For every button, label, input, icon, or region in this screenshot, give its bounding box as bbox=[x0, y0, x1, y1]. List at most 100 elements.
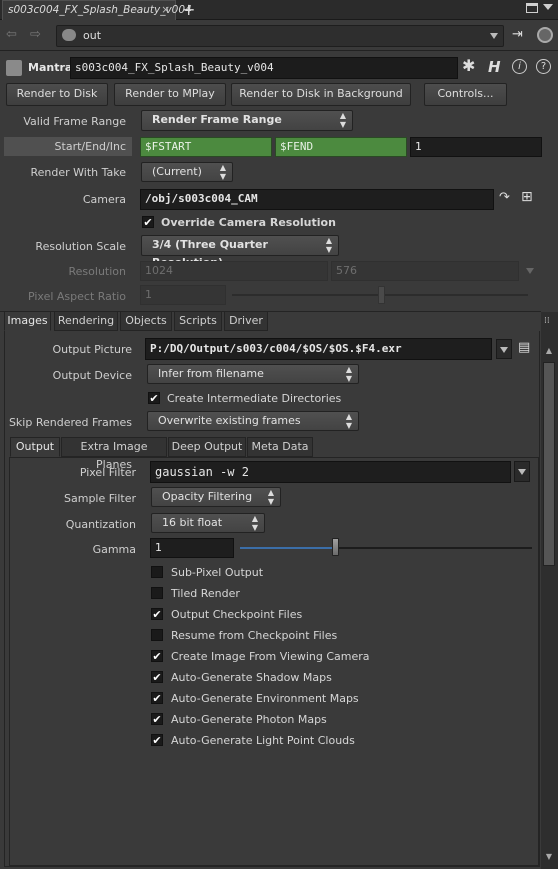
chevron-down-icon bbox=[500, 347, 508, 353]
chevron-down-icon bbox=[518, 469, 526, 475]
menu-arrows-icon: ▲ ▼ bbox=[345, 412, 352, 430]
menu-arrows-icon: ▲ ▼ bbox=[219, 163, 226, 181]
valid-frame-range-label: Valid Frame Range bbox=[23, 115, 126, 128]
document-tab[interactable]: s003c004_FX_Splash_Beauty_v004 × bbox=[2, 0, 192, 20]
output-option-checkbox[interactable]: ✔ bbox=[151, 734, 163, 746]
mantra-node-icon bbox=[6, 60, 22, 76]
output-option-checkbox[interactable] bbox=[151, 587, 163, 599]
subtab-meta-data[interactable]: Meta Data bbox=[247, 437, 313, 457]
pixel-aspect-ratio-field: 1 bbox=[140, 285, 226, 305]
tab-scripts[interactable]: Scripts bbox=[174, 311, 222, 331]
output-option-label: Auto-Generate Environment Maps bbox=[171, 692, 359, 705]
valid-frame-range-value: Render Frame Range bbox=[152, 113, 282, 126]
operator-chooser-icon[interactable]: ⊞ bbox=[521, 189, 533, 205]
output-picture-label: Output Picture bbox=[52, 343, 132, 356]
pixel-aspect-slider-knob bbox=[378, 286, 385, 304]
subtab-deep-output[interactable]: Deep Output bbox=[168, 437, 246, 457]
subtab-output[interactable]: Output bbox=[10, 437, 60, 457]
gamma-slider-track[interactable] bbox=[240, 547, 532, 549]
render-to-disk-button[interactable]: Render to Disk bbox=[6, 83, 108, 106]
houdini-help-icon[interactable]: H bbox=[488, 58, 501, 76]
controls-button[interactable]: Controls... bbox=[424, 83, 507, 106]
network-path-field[interactable] bbox=[56, 25, 504, 47]
output-option-checkbox[interactable] bbox=[151, 629, 163, 641]
back-arrow-icon[interactable]: ⇦ bbox=[6, 27, 17, 42]
start-end-inc-label: Start/End/Inc bbox=[54, 140, 126, 153]
resolution-scale-label: Resolution Scale bbox=[35, 240, 126, 253]
override-camera-resolution-label: Override Camera Resolution bbox=[161, 216, 336, 229]
menu-arrows-icon: ▲ ▼ bbox=[251, 514, 258, 532]
gear-icon[interactable]: ✱ bbox=[462, 56, 475, 75]
pixel-filter-field[interactable]: gaussian -w 2 bbox=[150, 461, 511, 483]
end-frame-field[interactable]: $FEND bbox=[275, 137, 407, 157]
create-intermediate-dirs-checkbox[interactable]: ✔ bbox=[148, 392, 160, 404]
output-option-label: Tiled Render bbox=[171, 587, 240, 600]
output-option-checkbox[interactable] bbox=[151, 566, 163, 578]
forward-arrow-icon[interactable]: ⇨ bbox=[30, 27, 41, 42]
node-name-field[interactable]: s003c004_FX_Splash_Beauty_v004 bbox=[70, 57, 458, 79]
network-path-text: out bbox=[83, 29, 102, 42]
add-tab-button[interactable]: + bbox=[182, 0, 195, 19]
render-to-mplay-button[interactable]: Render to MPlay bbox=[114, 83, 226, 106]
tab-menu-icon[interactable] bbox=[543, 4, 553, 10]
close-tab-icon[interactable]: × bbox=[161, 1, 170, 20]
node-type-label: Mantra bbox=[28, 61, 73, 74]
info-icon[interactable]: i bbox=[512, 59, 527, 74]
help-icon[interactable]: ? bbox=[536, 59, 551, 74]
sample-filter-value: Opacity Filtering bbox=[162, 490, 253, 503]
output-option-checkbox[interactable]: ✔ bbox=[151, 608, 163, 620]
output-option-checkbox[interactable]: ✔ bbox=[151, 671, 163, 683]
output-device-menu[interactable]: Infer from filename ▲ ▼ bbox=[147, 364, 359, 384]
resolution-presets-icon bbox=[526, 268, 534, 274]
file-chooser-icon[interactable]: ▤ bbox=[518, 340, 530, 355]
output-option-checkbox[interactable]: ✔ bbox=[151, 713, 163, 725]
override-camera-resolution-checkbox[interactable]: ✔ bbox=[142, 216, 154, 228]
gamma-slider-fill bbox=[240, 547, 337, 549]
scroll-down-icon[interactable]: ▼ bbox=[544, 852, 554, 864]
resolution-y-field: 576 bbox=[331, 261, 519, 281]
output-option-label: Output Checkpoint Files bbox=[171, 608, 303, 621]
gamma-slider-knob[interactable] bbox=[332, 538, 340, 556]
quantization-label: Quantization bbox=[65, 518, 136, 531]
create-intermediate-dirs-label: Create Intermediate Directories bbox=[167, 392, 342, 405]
tab-rendering[interactable]: Rendering bbox=[54, 311, 118, 331]
sample-filter-menu[interactable]: Opacity Filtering ▲ ▼ bbox=[151, 487, 281, 507]
start-frame-field[interactable]: $FSTART bbox=[140, 137, 272, 157]
quantization-value: 16 bit float bbox=[162, 516, 223, 529]
scroll-up-icon[interactable]: ▲ bbox=[544, 346, 554, 358]
render-with-take-menu[interactable]: (Current) ▲ ▼ bbox=[141, 162, 233, 182]
render-with-take-value: (Current) bbox=[152, 165, 202, 178]
output-picture-field[interactable]: P:/DQ/Output/s003/c004/$OS/$OS.$F4.exr bbox=[145, 338, 492, 360]
skip-rendered-frames-menu[interactable]: Overwrite existing frames ▲ ▼ bbox=[147, 411, 359, 431]
output-option-label: Sub-Pixel Output bbox=[171, 566, 264, 579]
jump-to-operator-icon[interactable]: ↷ bbox=[499, 190, 510, 205]
output-option-label: Resume from Checkpoint Files bbox=[171, 629, 338, 642]
tab-driver[interactable]: Driver bbox=[224, 311, 268, 331]
output-device-value: Infer from filename bbox=[158, 367, 264, 380]
pin-icon[interactable]: ⇥ bbox=[512, 27, 523, 42]
tab-images[interactable]: Images bbox=[4, 311, 51, 331]
path-dropdown-icon[interactable] bbox=[490, 33, 498, 39]
increment-field[interactable]: 1 bbox=[410, 137, 542, 157]
menu-arrows-icon: ▲ ▼ bbox=[267, 488, 274, 506]
menu-arrows-icon: ▲ ▼ bbox=[345, 365, 352, 383]
subtab-extra-image-planes[interactable]: Extra Image Planes bbox=[61, 437, 167, 471]
output-option-label: Create Image From Viewing Camera bbox=[171, 650, 370, 663]
valid-frame-range-menu[interactable]: Render Frame Range ▲ ▼ bbox=[141, 110, 353, 131]
render-with-take-label: Render With Take bbox=[30, 166, 126, 179]
resolution-scale-menu[interactable]: 3/4 (Three Quarter Resolution) ▲▼ bbox=[141, 235, 339, 269]
gamma-field[interactable]: 1 bbox=[150, 538, 234, 558]
camera-path-field[interactable]: /obj/s003c004_CAM bbox=[140, 189, 494, 210]
output-device-label: Output Device bbox=[52, 369, 132, 382]
output-option-checkbox[interactable]: ✔ bbox=[151, 692, 163, 704]
link-icon[interactable] bbox=[537, 27, 553, 43]
pixel-aspect-ratio-label: Pixel Aspect Ratio bbox=[27, 290, 126, 303]
skip-rendered-frames-value: Overwrite existing frames bbox=[158, 414, 301, 427]
output-option-checkbox[interactable]: ✔ bbox=[151, 650, 163, 662]
tab-objects[interactable]: Objects bbox=[120, 311, 172, 331]
quantization-menu[interactable]: 16 bit float ▲ ▼ bbox=[151, 513, 265, 533]
render-in-background-button[interactable]: Render to Disk in Background bbox=[231, 83, 411, 106]
maximize-icon[interactable] bbox=[526, 3, 538, 13]
scrollbar-thumb[interactable] bbox=[543, 362, 555, 566]
pixel-filter-label: Pixel Filter bbox=[79, 466, 136, 479]
